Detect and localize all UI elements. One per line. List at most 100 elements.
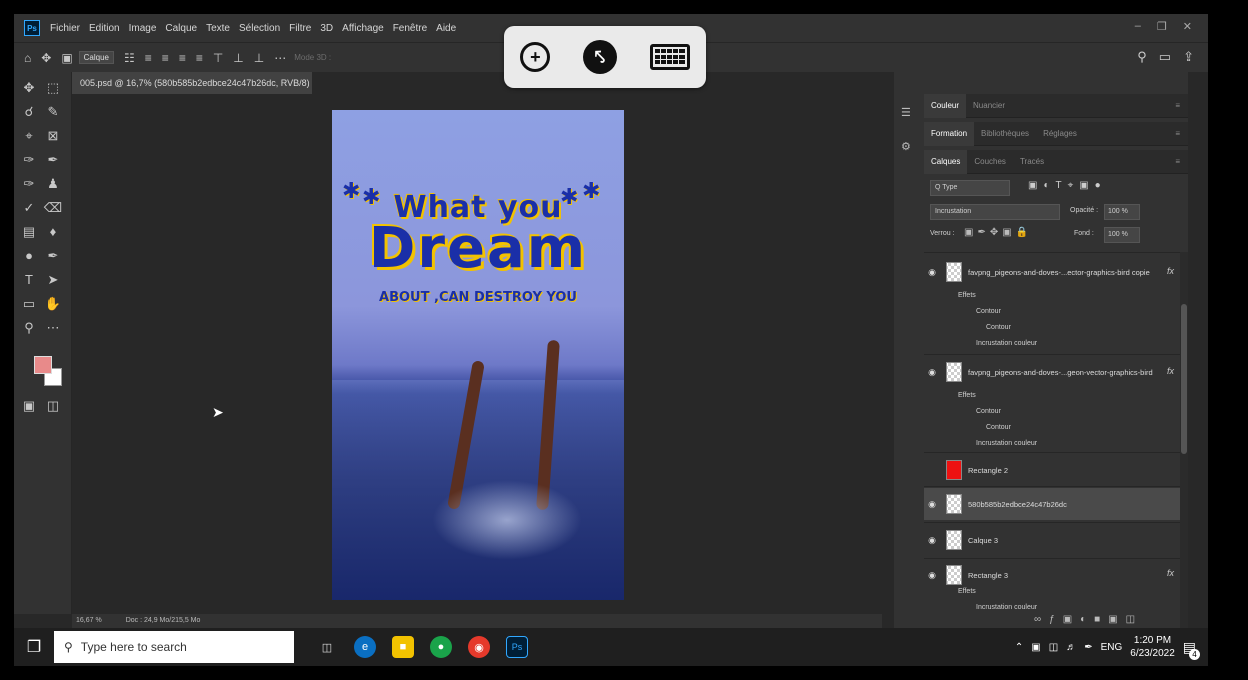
windows-start-icon[interactable]: ❐ [14,637,54,657]
menu-calque[interactable]: Calque [165,23,197,34]
menu-aide[interactable]: Aide [436,23,456,34]
visibility-eye-icon[interactable]: ◉ [924,267,940,278]
menu-fenetre[interactable]: Fenêtre [393,23,427,34]
pen-icon[interactable]: ✒ [1084,642,1092,653]
crop-tool-icon[interactable]: ⌖ [18,126,40,146]
hand-tool-icon[interactable]: ✋ [42,294,64,314]
layers-bottom-icons[interactable]: ∞ƒ▣◐■▣◫ [1034,614,1143,625]
more-options-icon[interactable]: ⋯ [274,51,286,65]
layer-select-dropdown[interactable]: Calque [78,51,115,64]
display-icon[interactable]: ◫ [1049,642,1058,653]
layer-row[interactable]: ◉ favpng_pigeons-and-doves-...geon-vecto… [924,360,1180,384]
clock[interactable]: 1:20 PM 6/23/2022 [1130,634,1175,660]
layer-effect-color-overlay[interactable]: Incrustation couleur [976,440,1037,447]
dodge-tool-icon[interactable]: ● [18,246,40,266]
tab-reglages[interactable]: Réglages [1036,122,1084,146]
menu-edition[interactable]: Edition [89,23,120,34]
move-tool-icon[interactable]: ✥ [18,78,40,98]
visibility-eye-icon[interactable]: ◉ [924,367,940,378]
layer-effect-contour[interactable]: Contour [986,424,1011,431]
layer-row[interactable]: Rectangle 2 [924,456,1180,484]
layer-effect-contour[interactable]: Contour [986,324,1011,331]
share-icon[interactable]: ⇪ [1183,49,1194,65]
panel-menu-icon[interactable]: ≡ [1175,157,1180,166]
layer-effect-contour[interactable]: Contour [976,408,1001,415]
layer-effects-label[interactable]: Effets [958,292,976,299]
blend-mode-dropdown[interactable]: Incrustation [930,204,1060,220]
volume-icon[interactable]: ♬ [1066,642,1076,653]
menu-texte[interactable]: Texte [206,23,230,34]
document-tab[interactable]: 005.psd @ 16,7% (580b585b2edbce24c47b26d… [72,72,312,94]
taskbar-search-box[interactable]: ⚲ Type here to search [54,631,294,663]
tray-chevron-icon[interactable]: ⌃ [1015,642,1023,653]
tab-nuancier[interactable]: Nuancier [966,94,1012,118]
auto-select-icon[interactable]: ▣ [61,51,72,65]
align-right-icon[interactable]: ≡ [179,51,186,65]
task-view-icon[interactable]: ◫ [316,636,338,658]
document-canvas-area[interactable]: ➤ ✱ ✱ ✱ ✱ What you Dream ABOUT ,CAN DEST… [72,94,882,614]
edge-browser-icon[interactable]: e [354,636,376,658]
quick-selection-icon[interactable]: ✎ [42,102,64,122]
rectangle-tool-icon[interactable]: ▭ [18,294,40,314]
foreground-color-swatch[interactable] [34,356,52,374]
layer-effects-label[interactable]: Effets [958,392,976,399]
doc-info[interactable]: Doc : 24,9 Mo/215,5 Mo [126,614,201,628]
tab-calques[interactable]: Calques [924,149,968,174]
properties-panel-icon[interactable]: ⚙ [901,140,911,153]
move-tool-icon[interactable]: ✥ [41,51,51,65]
panel-menu-icon[interactable]: ≡ [1175,101,1180,110]
align-middle-icon[interactable]: ⊥ [233,51,243,65]
layer-filter-dropdown[interactable]: Q Type [930,180,1010,196]
layer-row[interactable]: ◉ Calque 3 [924,526,1180,554]
brush-tool-icon[interactable]: ✑ [18,174,40,194]
lasso-tool-icon[interactable]: ☌ [18,102,40,122]
layer-row[interactable]: ◉ Rectangle 3 [924,562,1180,588]
fx-icon[interactable]: fx [1167,366,1174,376]
close-icon[interactable]: ✕ [1183,20,1192,33]
workspace-icon[interactable]: ▭ [1159,49,1171,65]
home-icon[interactable]: ⌂ [24,51,31,65]
history-brush-icon[interactable]: ✓ [18,198,40,218]
frame-tool-icon[interactable]: ⊠ [42,126,64,146]
type-tool-icon[interactable]: T [18,270,40,290]
visibility-eye-icon[interactable]: ◉ [924,499,940,510]
zoom-level[interactable]: 16,67 % [76,614,102,628]
paint-bucket-icon[interactable]: ♦ [42,222,64,242]
menu-affichage[interactable]: Affichage [342,23,384,34]
menu-filtre[interactable]: Filtre [289,23,311,34]
marquee-tool-icon[interactable]: ⬚ [42,78,64,98]
screen-mode-icon[interactable]: ◫ [42,396,64,416]
align-left-icon[interactable]: ≡ [145,51,152,65]
transform-controls-icon[interactable]: ☷ [124,51,135,65]
network-icon[interactable]: ▣ [1031,642,1040,653]
visibility-eye-icon[interactable]: ◉ [924,570,940,581]
tab-traces[interactable]: Tracés [1013,150,1051,174]
minimize-icon[interactable]: – [1135,20,1141,33]
more-tools-icon[interactable]: ⋯ [42,318,64,338]
restore-icon[interactable]: ❐ [1157,20,1167,33]
eraser-tool-icon[interactable]: ⌫ [42,198,64,218]
healing-brush-icon[interactable]: ✒ [42,150,64,170]
photoshop-taskbar-icon[interactable]: Ps [506,636,528,658]
gradient-tool-icon[interactable]: ▤ [18,222,40,242]
distribute-icon[interactable]: ≡ [196,51,203,65]
zoom-in-icon[interactable]: + [520,42,551,72]
layer-effect-color-overlay[interactable]: Incrustation couleur [976,340,1037,347]
history-panel-icon[interactable]: ☰ [901,106,911,119]
layer-effect-color-overlay[interactable]: Incrustation couleur [976,604,1037,611]
tab-bibliotheques[interactable]: Bibliothèques [974,122,1036,146]
visibility-eye-icon[interactable]: ◉ [924,535,940,546]
tab-couleur[interactable]: Couleur [924,93,967,118]
layers-scrollbar-thumb[interactable] [1181,304,1187,454]
disconnect-icon[interactable]: ⤣ [582,40,617,74]
menu-fichier[interactable]: Fichier [50,23,80,34]
layer-effect-contour[interactable]: Contour [976,308,1001,315]
tab-formation[interactable]: Formation [924,121,975,146]
tab-couches[interactable]: Couches [967,150,1013,174]
menu-image[interactable]: Image [129,23,157,34]
menu-selection[interactable]: Sélection [239,23,280,34]
path-selection-icon[interactable]: ➤ [42,270,64,290]
file-explorer-icon[interactable]: ■ [392,636,414,658]
chrome-browser-icon[interactable]: ◉ [468,636,490,658]
stamp-tool-icon[interactable]: ♟ [42,174,64,194]
